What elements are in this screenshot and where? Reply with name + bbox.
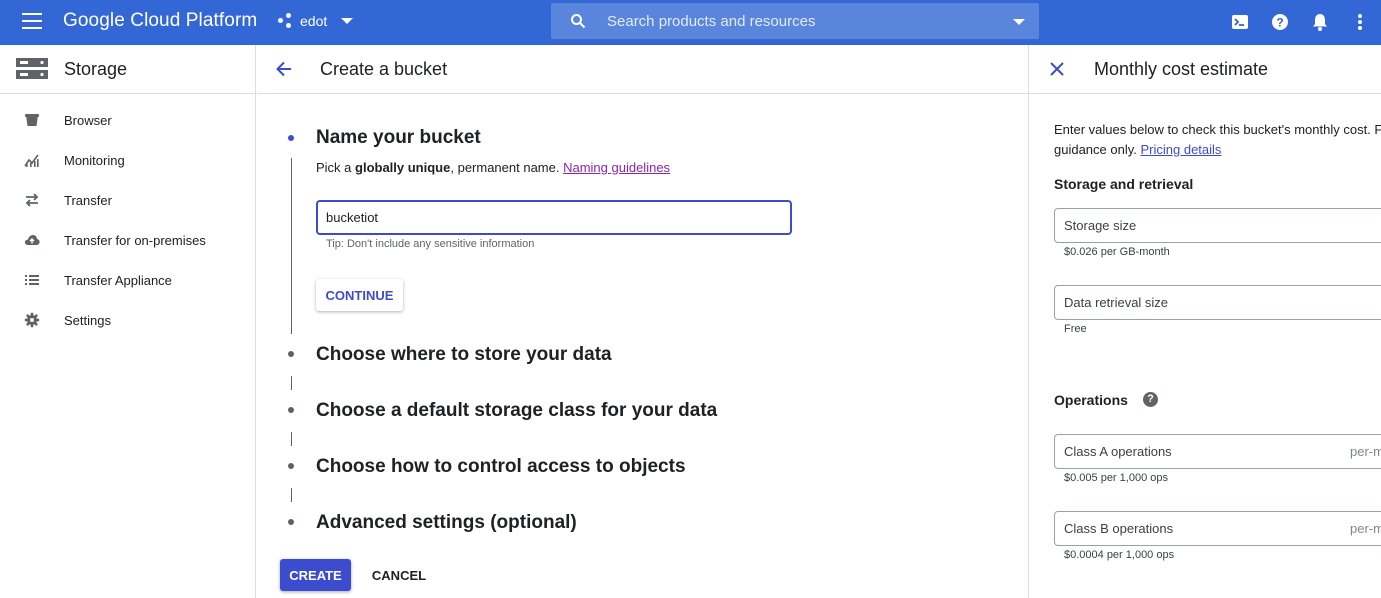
page-title: Create a bucket: [320, 59, 448, 79]
step-description: Pick a globally unique, permanent name. …: [316, 160, 671, 175]
class-b-operations-input[interactable]: [1055, 512, 1381, 545]
chevron-down-icon: [341, 18, 354, 24]
class-b-note: $0.0004 per 1,000 ops: [1064, 549, 1175, 561]
sidebar-item-transfer-on-premises[interactable]: Transfer for on-premises: [0, 220, 255, 260]
help-icon[interactable]: ?: [1270, 12, 1290, 32]
class-a-suffix: per-m: [1350, 444, 1381, 459]
section-operations: Operations: [1054, 392, 1128, 408]
sidebar-item-settings[interactable]: Settings: [0, 300, 255, 340]
cloud-upload-icon: [24, 235, 40, 245]
step-indicator-active: [288, 135, 294, 141]
search-dropdown-icon[interactable]: [1013, 19, 1025, 25]
class-a-note: $0.005 per 1,000 ops: [1064, 472, 1168, 484]
project-selector[interactable]: edot: [278, 13, 354, 29]
panel-header: Monthly cost estimate: [1029, 45, 1381, 94]
step-indicator: [288, 407, 294, 413]
cost-estimate-panel: Monthly cost estimate Enter values below…: [1028, 45, 1381, 598]
panel-intro: Enter values below to check this bucket'…: [1054, 122, 1381, 157]
bucket-icon: [25, 114, 39, 126]
create-button[interactable]: CREATE: [280, 559, 351, 591]
brand-title[interactable]: Google Cloud Platform: [63, 10, 257, 32]
page-header: Create a bucket: [257, 45, 1028, 94]
storage-size-note: $0.026 per GB-month: [1064, 246, 1170, 258]
step-indicator: [288, 519, 294, 525]
cloud-shell-icon[interactable]: [1230, 12, 1250, 32]
operations-help-icon[interactable]: ?: [1143, 392, 1158, 407]
bucket-name-field[interactable]: [316, 200, 792, 235]
data-retrieval-note: Free: [1064, 323, 1087, 335]
sidebar-item-transfer[interactable]: Transfer: [0, 180, 255, 220]
helper-tip: Tip: Don't include any sensitive informa…: [326, 238, 535, 250]
panel-title: Monthly cost estimate: [1094, 59, 1269, 79]
step-connector: [291, 376, 292, 390]
sidebar-item-browser[interactable]: Browser: [0, 100, 255, 140]
sidebar-item-label: Monitoring: [64, 152, 125, 168]
storage-size-field[interactable]: [1054, 208, 1381, 243]
pricing-details-link[interactable]: Pricing details: [1141, 142, 1222, 157]
step-indicator: [288, 463, 294, 469]
search-input[interactable]: [607, 3, 997, 39]
step-connector: [291, 432, 292, 446]
naming-guidelines-link[interactable]: Naming guidelines: [563, 160, 670, 175]
sidebar-item-label: Transfer: [64, 192, 112, 208]
continue-button[interactable]: CONTINUE: [316, 279, 403, 311]
notifications-bell-icon[interactable]: [1310, 12, 1330, 32]
step-title-storage-class[interactable]: Choose a default storage class for your …: [316, 400, 717, 422]
sidebar-item-transfer-appliance[interactable]: Transfer Appliance: [0, 260, 255, 300]
section-storage-retrieval: Storage and retrieval: [1054, 176, 1194, 192]
sidebar-header: Storage: [0, 45, 255, 94]
sidebar-item-label: Browser: [64, 112, 112, 128]
sidebar-item-label: Transfer Appliance: [64, 272, 172, 288]
class-a-operations-input[interactable]: [1055, 435, 1381, 468]
create-bucket-panel: Create a bucket Name your bucket Pick a …: [257, 45, 1028, 598]
search-bar[interactable]: [551, 3, 1039, 39]
step-connector: [291, 488, 292, 502]
bucket-name-input[interactable]: [318, 202, 790, 233]
close-icon[interactable]: [1048, 60, 1066, 78]
step-title-advanced-settings[interactable]: Advanced settings (optional): [316, 512, 577, 534]
top-app-bar: Google Cloud Platform edot ?: [0, 0, 1381, 45]
step-indicator: [288, 351, 294, 357]
step-title-access-control[interactable]: Choose how to control access to objects: [316, 456, 686, 478]
class-b-operations-field[interactable]: per-m: [1054, 511, 1381, 546]
step-title-location[interactable]: Choose where to store your data: [316, 344, 612, 366]
more-vertical-icon[interactable]: [1350, 12, 1370, 32]
search-icon: [571, 14, 586, 29]
class-b-suffix: per-m: [1350, 521, 1381, 536]
gear-icon: [24, 312, 40, 328]
sidebar-item-label: Settings: [64, 312, 111, 328]
sidebar-title: Storage: [64, 59, 128, 79]
cancel-button[interactable]: CANCEL: [367, 559, 431, 591]
sidebar-item-label: Transfer for on-premises: [64, 232, 206, 248]
class-a-operations-field[interactable]: per-m: [1054, 434, 1381, 469]
storage-size-input[interactable]: [1055, 209, 1381, 242]
storage-sidebar: Storage Browser Monitoring Transfer Tran…: [0, 45, 256, 598]
sidebar-item-monitoring[interactable]: Monitoring: [0, 140, 255, 180]
chart-icon: [24, 154, 39, 167]
list-icon: [25, 275, 39, 285]
back-arrow-icon[interactable]: [274, 59, 294, 79]
hamburger-menu-icon[interactable]: [22, 13, 42, 31]
data-retrieval-field[interactable]: [1054, 285, 1381, 320]
svg-text:?: ?: [1276, 16, 1283, 30]
transfer-arrows-icon: [25, 193, 39, 207]
project-icon: [278, 13, 294, 29]
data-retrieval-input[interactable]: [1055, 286, 1381, 319]
storage-logo-icon: [16, 58, 48, 79]
project-name: edot: [300, 13, 328, 29]
step-title-name-bucket[interactable]: Name your bucket: [316, 127, 481, 149]
step-connector: [291, 158, 292, 334]
